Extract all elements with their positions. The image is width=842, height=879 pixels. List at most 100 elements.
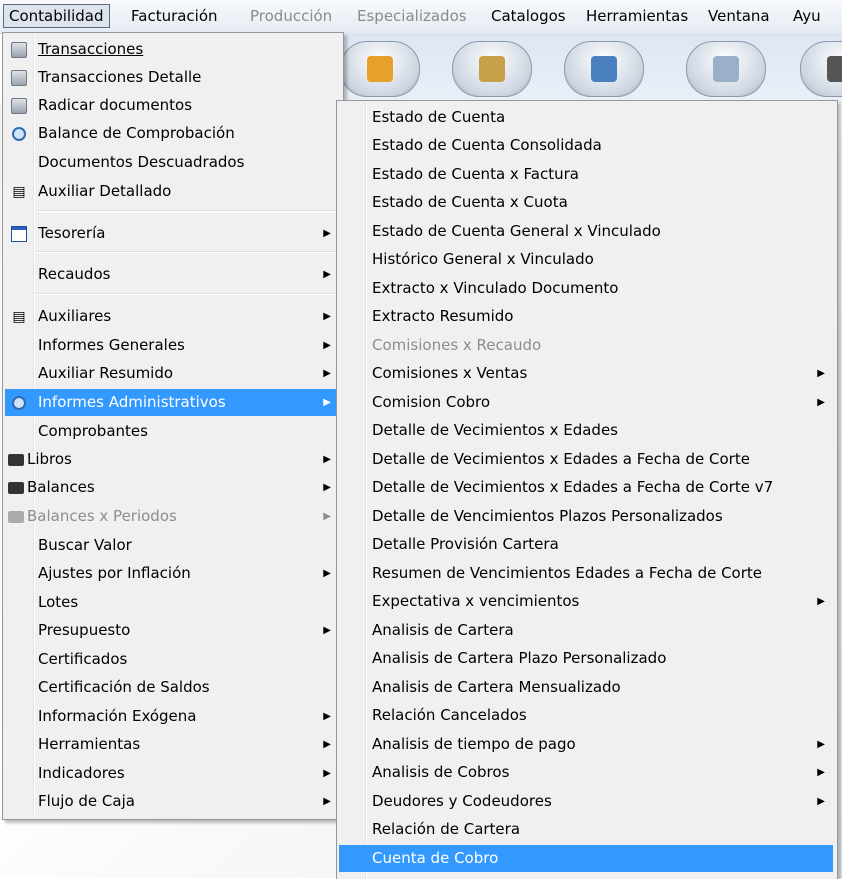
submenu-item-comisiones-ventas[interactable]: Comisiones x Ventas ▶ (339, 360, 833, 387)
menu-separator (35, 210, 337, 212)
submenu-item-analisis-cartera-plazo-personalizado[interactable]: Analisis de Cartera Plazo Personalizado (339, 645, 833, 672)
submenu-arrow-icon: ▶ (323, 796, 331, 807)
submenu-arrow-icon: ▶ (323, 269, 331, 280)
submenu-item-detalle-provision-cartera[interactable]: Detalle Provisión Cartera (339, 531, 833, 558)
submenu-arrow-icon: ▶ (323, 368, 331, 379)
menu-item-presupuesto[interactable]: Presupuesto ▶ (5, 617, 339, 644)
menu-item-informacion-exogena[interactable]: Información Exógena ▶ (5, 703, 339, 730)
menubar-especializados[interactable]: Especializados (352, 5, 472, 27)
menubar-ventana[interactable]: Ventana (703, 5, 775, 27)
submenu-item-cuenta-cobro[interactable]: Cuenta de Cobro (339, 845, 833, 872)
submenu-item-estado-cuenta-factura[interactable]: Estado de Cuenta x Factura (339, 161, 833, 188)
menu-item-certificacion-saldos[interactable]: Certificación de Saldos (5, 674, 339, 701)
submenu-arrow-icon: ▶ (323, 739, 331, 750)
ledger-icon: ▤ (12, 308, 26, 325)
printer-icon (7, 479, 25, 497)
menubar-catalogos[interactable]: Catalogos (486, 5, 571, 27)
document-transfer-icon[interactable] (686, 41, 766, 97)
submenu-arrow-icon: ▶ (323, 311, 331, 322)
clipboard-add-icon[interactable] (452, 41, 532, 97)
menu-item-buscar-valor[interactable]: Buscar Valor (5, 532, 339, 559)
menu-item-transacciones-detalle[interactable]: Transacciones Detalle (5, 64, 339, 91)
menu-item-tesoreria[interactable]: Tesorería ▶ (5, 220, 339, 247)
submenu-arrow-icon: ▶ (323, 228, 331, 239)
submenu-arrow-icon: ▶ (817, 796, 825, 807)
id-card-icon[interactable] (564, 41, 644, 97)
submenu-arrow-icon: ▶ (323, 511, 331, 522)
menu-item-certificados[interactable]: Certificados (5, 646, 339, 673)
submenu-item-detalle-vecimientos-edades-fecha-corte-v7[interactable]: Detalle de Vecimientos x Edades a Fecha … (339, 474, 833, 501)
menu-item-indicadores[interactable]: Indicadores ▶ (5, 760, 339, 787)
submenu-arrow-icon: ▶ (323, 454, 331, 465)
submenu-item-detalle-vecimientos-edades-fecha-corte[interactable]: Detalle de Vecimientos x Edades a Fecha … (339, 446, 833, 473)
submenu-item-extracto-vinculado-documento[interactable]: Extracto x Vinculado Documento (339, 275, 833, 302)
truck-icon[interactable] (340, 41, 420, 97)
menu-item-libros[interactable]: Libros ▶ (5, 446, 339, 473)
submenu-arrow-icon: ▶ (323, 711, 331, 722)
menu-item-auxiliares[interactable]: ▤ Auxiliares ▶ (5, 303, 339, 330)
submenu-arrow-icon: ▶ (817, 739, 825, 750)
menu-item-flujo-caja[interactable]: Flujo de Caja ▶ (5, 788, 339, 815)
menu-item-auxiliar-detallado[interactable]: ▤ Auxiliar Detallado (5, 178, 339, 205)
document-icon (10, 97, 28, 115)
submenu-arrow-icon: ▶ (817, 596, 825, 607)
submenu-item-estado-cuenta-general-vinculado[interactable]: Estado de Cuenta General x Vinculado (339, 218, 833, 245)
menu-item-informes-generales[interactable]: Informes Generales ▶ (5, 332, 339, 359)
menu-item-herramientas[interactable]: Herramientas ▶ (5, 731, 339, 758)
submenu-item-resumen-vencimientos-edades[interactable]: Resumen de Vencimientos Edades a Fecha d… (339, 560, 833, 587)
menu-item-balances-x-periodos[interactable]: Balances x Periodos ▶ (5, 503, 339, 530)
menu-item-informes-administrativos[interactable]: Informes Administrativos ▶ (5, 389, 339, 416)
submenu-item-analisis-cartera[interactable]: Analisis de Cartera (339, 617, 833, 644)
submenu-item-relacion-cartera[interactable]: Relación de Cartera (339, 816, 833, 843)
submenu-arrow-icon: ▶ (817, 767, 825, 778)
submenu-item-estado-cuenta[interactable]: Estado de Cuenta (339, 104, 833, 131)
submenu-item-expectativa-vencimientos[interactable]: Expectativa x vencimientos ▶ (339, 588, 833, 615)
menubar-contabilidad[interactable]: Contabilidad (3, 4, 110, 28)
submenu-item-analisis-cartera-mensualizado[interactable]: Analisis de Cartera Mensualizado (339, 674, 833, 701)
menu-item-radicar-documentos[interactable]: Radicar documentos (5, 92, 339, 119)
submenu-item-estado-cuenta-cuota[interactable]: Estado de Cuenta x Cuota (339, 189, 833, 216)
menu-item-lotes[interactable]: Lotes (5, 589, 339, 616)
menubar-produccion[interactable]: Producción (245, 5, 337, 27)
submenu-arrow-icon: ▶ (323, 568, 331, 579)
magnifier-icon (10, 125, 28, 143)
submenu-item-analisis-tiempo-pago[interactable]: Analisis de tiempo de pago ▶ (339, 731, 833, 758)
calculator-icon[interactable] (800, 41, 842, 97)
menu-item-auxiliar-resumido[interactable]: Auxiliar Resumido ▶ (5, 360, 339, 387)
printer-icon (7, 451, 25, 469)
toolbar (330, 33, 842, 103)
submenu-item-relacion-cancelados[interactable]: Relación Cancelados (339, 702, 833, 729)
submenu-item-extracto-resumido[interactable]: Extracto Resumido (339, 303, 833, 330)
submenu-item-historico-general-vinculado[interactable]: Histórico General x Vinculado (339, 246, 833, 273)
menu-item-balances[interactable]: Balances ▶ (5, 474, 339, 501)
menu-bar: Contabilidad Facturación Producción Espe… (0, 0, 842, 34)
submenu-item-deudores-codeudores[interactable]: Deudores y Codeudores ▶ (339, 788, 833, 815)
submenu-arrow-icon: ▶ (323, 482, 331, 493)
submenu-item-analisis-cobros[interactable]: Analisis de Cobros ▶ (339, 759, 833, 786)
menu-item-recaudos[interactable]: Recaudos ▶ (5, 261, 339, 288)
submenu-item-detalle-vecimientos-edades[interactable]: Detalle de Vecimientos x Edades (339, 417, 833, 444)
menu-item-documentos-descuadrados[interactable]: Documentos Descuadrados (5, 149, 339, 176)
menu-item-transacciones[interactable]: Transacciones (5, 36, 339, 63)
submenu-arrow-icon: ▶ (817, 368, 825, 379)
printer-icon (7, 508, 25, 526)
document-icon (10, 69, 28, 87)
submenu-arrow-icon: ▶ (323, 340, 331, 351)
menu-item-balance-comprobacion[interactable]: Balance de Comprobación (5, 120, 339, 147)
submenu-arrow-icon: ▶ (323, 397, 331, 408)
ledger-icon: ▤ (12, 183, 26, 200)
submenu-arrow-icon: ▶ (323, 625, 331, 636)
menubar-ayuda[interactable]: Ayu (788, 5, 826, 27)
submenu-item-comision-cobro[interactable]: Comision Cobro ▶ (339, 389, 833, 416)
menubar-herramientas[interactable]: Herramientas (581, 5, 693, 27)
magnifier-icon (10, 394, 28, 412)
submenu-item-estado-cuenta-consolidada[interactable]: Estado de Cuenta Consolidada (339, 132, 833, 159)
submenu-item-comisiones-recaudo[interactable]: Comisiones x Recaudo (339, 332, 833, 359)
menubar-facturacion[interactable]: Facturación (126, 5, 223, 27)
submenu-arrow-icon: ▶ (817, 397, 825, 408)
document-icon (10, 41, 28, 59)
submenu-item-detalle-vencimientos-plazos-personalizados[interactable]: Detalle de Vencimientos Plazos Personali… (339, 503, 833, 530)
menu-item-comprobantes[interactable]: Comprobantes (5, 418, 339, 445)
menu-item-ajustes-inflacion[interactable]: Ajustes por Inflación ▶ (5, 560, 339, 587)
contabilidad-menu: Transacciones Transacciones Detalle Radi… (2, 32, 344, 820)
